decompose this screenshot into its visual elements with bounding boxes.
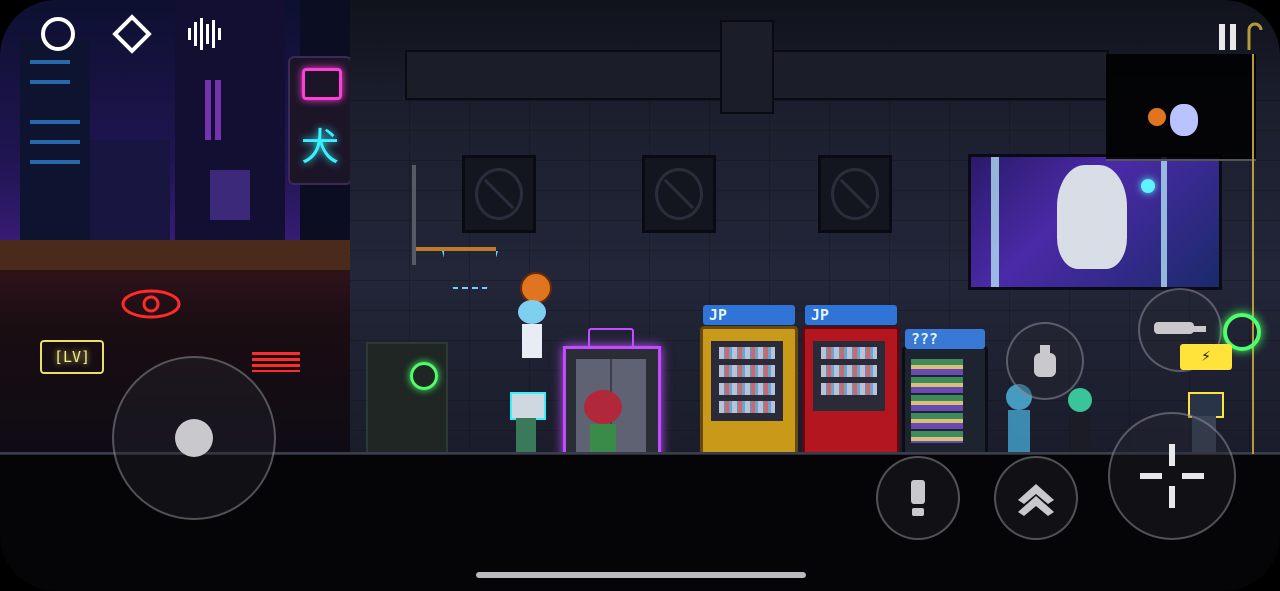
joystick-thumb[interactable] <box>175 419 213 457</box>
npc-plant-monster <box>580 388 626 454</box>
vending-machine-dark[interactable]: ??? <box>902 329 988 458</box>
neon-kanji-sign: 犬 <box>300 125 339 169</box>
minimap-frame-line <box>1252 54 1254 454</box>
sound-wave-icon[interactable] <box>182 12 226 56</box>
neon-red-stripes <box>252 352 300 372</box>
player-character <box>514 272 552 360</box>
graffiti-panel <box>366 342 448 458</box>
battery-energy-icon: ⚡ <box>1180 344 1232 370</box>
pause-icon[interactable] <box>1212 20 1242 54</box>
vending-machine-yellow[interactable]: JP <box>700 305 798 460</box>
scroll-ornament-icon <box>1242 22 1268 52</box>
npc-green-hair <box>1062 388 1098 454</box>
minimap[interactable] <box>1106 54 1256 161</box>
wall-fan <box>642 155 716 233</box>
vertical-pipe <box>720 20 774 114</box>
attack-button[interactable] <box>1108 412 1236 540</box>
neon-lv-sign: [LV] <box>40 340 104 374</box>
game-screen: 犬 [LV] JP JP ??? ⚡ <box>0 0 1280 591</box>
vending-label: JP <box>805 305 897 325</box>
jump-button[interactable] <box>994 456 1078 540</box>
home-indicator[interactable] <box>476 572 806 578</box>
basketball <box>520 272 552 304</box>
storefront-awning <box>0 240 350 273</box>
grenade-button[interactable] <box>1006 322 1084 400</box>
vending-machine-red[interactable]: JP <box>802 305 900 456</box>
neon-sign-panel: 犬 <box>288 56 352 185</box>
wall-fan <box>818 155 892 233</box>
neon-robot-icon <box>302 68 342 100</box>
basketball-hoop <box>412 165 502 295</box>
minimap-player-marker <box>1148 104 1204 138</box>
vending-label: ??? <box>905 329 985 349</box>
npc-tv-head <box>508 392 546 454</box>
circle-icon[interactable] <box>38 14 78 54</box>
vending-label: JP <box>703 305 795 325</box>
neon-eye-sign <box>118 284 184 324</box>
elevator-sign <box>588 328 634 348</box>
diamond-icon[interactable] <box>112 14 152 54</box>
billboard-screen <box>968 154 1222 290</box>
green-indicator-light <box>410 362 438 390</box>
virtual-joystick[interactable] <box>112 356 276 520</box>
interact-button[interactable] <box>876 456 960 540</box>
